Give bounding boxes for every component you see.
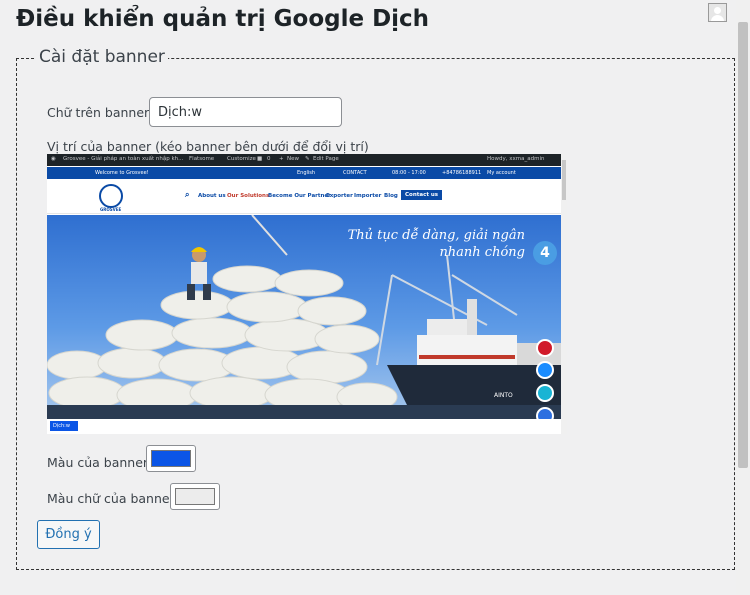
banner-text-color-label: Màu chữ của banner: <box>47 491 179 506</box>
admin-bar-customize: Customize <box>227 156 256 162</box>
mail-icon <box>536 384 554 402</box>
comment-icon: ■ <box>257 156 263 162</box>
preview-hero: AINTO Thủ tục dễ dàng, giải ngân nhanh c… <box>47 215 561 419</box>
preview-scrollbar-thumb <box>562 160 566 200</box>
hero-line-2: nhanh chóng <box>439 245 525 260</box>
nav-item: Become Our Partner <box>268 193 331 199</box>
banner-text-label: Chữ trên banner: <box>47 105 154 120</box>
top-bar-hours: 08:00 - 17:00 <box>392 170 426 176</box>
admin-bar-howdy: Howdy, xxma_admin <box>487 156 545 162</box>
page-title: Điều khiển quản trị Google Dịch <box>16 6 430 32</box>
messenger-icon <box>536 407 554 419</box>
top-bar-account: My account <box>487 170 516 176</box>
search-icon: ⌕ <box>185 190 190 199</box>
hero-headline: Thủ tục dễ dàng, giải ngân nhanh chóng <box>348 227 525 261</box>
preview-scrollbar <box>561 154 567 434</box>
draggable-banner[interactable]: Dịch:w <box>50 421 78 431</box>
nav-item: Exporter <box>326 193 353 199</box>
top-bar-contact: CONTACT <box>343 170 367 176</box>
banner-text-color-swatch <box>175 488 215 505</box>
page-scrollbar[interactable] <box>736 0 750 595</box>
nav-item: About us <box>198 193 226 199</box>
logo-text: GROSVEE <box>100 207 122 212</box>
banner-text-color-picker[interactable] <box>170 483 220 510</box>
page-scrollbar-thumb[interactable] <box>738 22 748 468</box>
nav-item: Importer <box>354 193 382 199</box>
banner-position-label: Vị trí của banner (kéo banner bên dưới đ… <box>47 139 369 154</box>
preview-nav: GROSVEE ⌕ About us Our Solutions Become … <box>47 179 567 214</box>
phone-icon <box>536 339 554 357</box>
ship-name: AINTO <box>494 392 513 399</box>
preview-admin-bar: ◉ Grosvee - Giải pháp an toàn xuất nhập … <box>47 154 567 166</box>
site-logo <box>99 184 123 208</box>
zalo-icon <box>536 361 554 379</box>
nav-contact-button: Contact us <box>401 190 443 200</box>
fieldset-legend: Cài đặt banner <box>36 47 168 67</box>
top-bar-language: English <box>297 170 316 176</box>
badge-number: 4 <box>533 241 557 265</box>
plus-icon: + <box>279 156 284 162</box>
nav-item: Blog <box>384 193 398 199</box>
banner-color-swatch <box>151 450 191 467</box>
nav-item: Our Solutions <box>227 193 270 199</box>
user-avatar[interactable] <box>708 3 727 22</box>
banner-color-label: Màu của banner: <box>47 455 153 470</box>
preview-top-bar: Welcome to Grosvee! English CONTACT 08:0… <box>47 167 567 179</box>
admin-bar-flatsome: Flatsome <box>189 156 215 162</box>
top-bar-welcome: Welcome to Grosvee! <box>95 170 149 176</box>
admin-bar-comments: 0 <box>267 156 271 162</box>
site-preview: ◉ Grosvee - Giải pháp an toàn xuất nhập … <box>47 154 567 434</box>
admin-bar-site: Grosvee - Giải pháp an toàn xuất nhập kh… <box>63 156 184 162</box>
top-bar-phone: +84786188911 <box>442 170 482 176</box>
preview-bottom-strip <box>47 419 561 434</box>
pencil-icon: ✎ <box>305 156 310 162</box>
wp-logo-icon: ◉ <box>51 156 56 162</box>
admin-bar-edit: Edit Page <box>313 156 339 162</box>
banner-text-input[interactable] <box>149 97 342 127</box>
avatar-head-icon <box>714 7 721 14</box>
avatar-body-icon <box>711 15 724 21</box>
banner-color-picker[interactable] <box>146 445 196 472</box>
admin-bar-new: New <box>287 156 299 162</box>
hero-line-1: Thủ tục dễ dàng, giải ngân <box>347 228 525 243</box>
submit-button[interactable]: Đồng ý <box>37 520 100 549</box>
